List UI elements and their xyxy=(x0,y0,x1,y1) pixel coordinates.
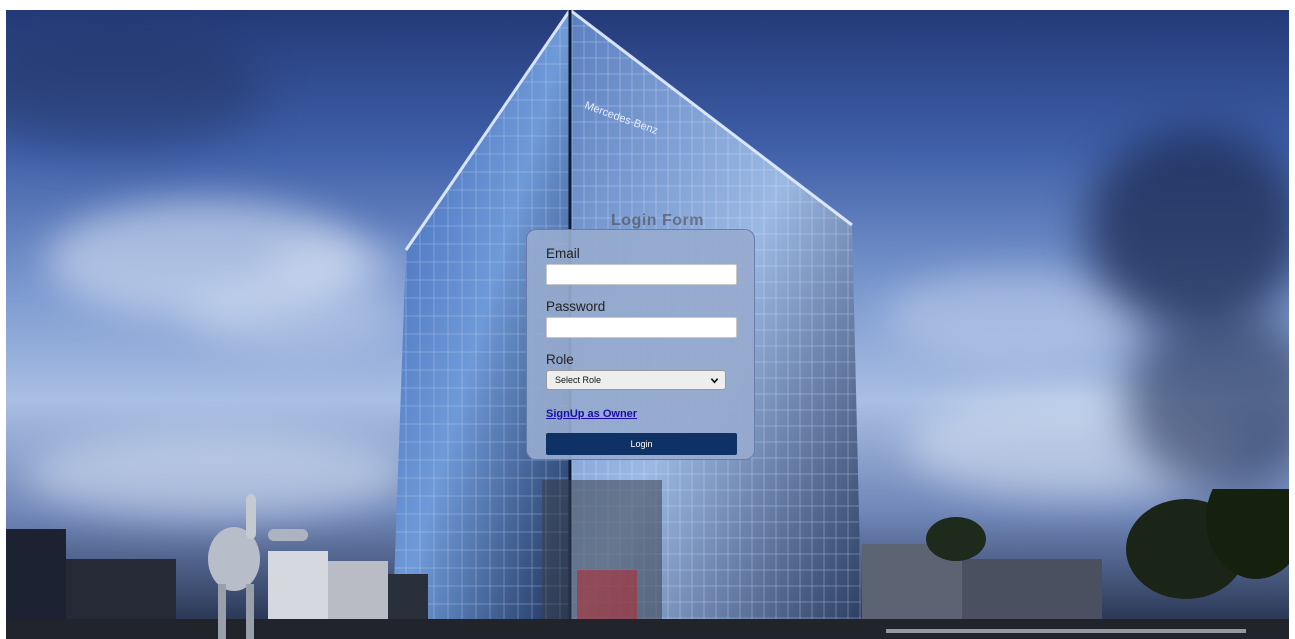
city-skyline xyxy=(6,489,1289,639)
login-form: Email Password Role Select Role SignUp a… xyxy=(526,229,755,460)
role-select[interactable]: Select Role xyxy=(546,370,726,390)
login-button[interactable]: Login xyxy=(546,433,737,455)
password-field[interactable] xyxy=(546,317,737,338)
signup-owner-link[interactable]: SignUp as Owner xyxy=(546,408,637,420)
role-label: Role xyxy=(546,352,574,367)
page-heading: Login Form xyxy=(611,212,704,229)
chevron-down-icon xyxy=(710,377,719,384)
role-select-value: Select Role xyxy=(555,375,602,385)
email-field[interactable] xyxy=(546,264,737,285)
password-label: Password xyxy=(546,299,606,314)
email-label: Email xyxy=(546,246,580,261)
